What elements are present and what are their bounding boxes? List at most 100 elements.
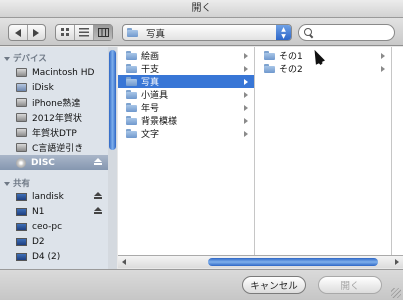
sidebar-item-ceo-pc[interactable]: ceo-pc bbox=[0, 219, 116, 234]
list-item[interactable]: 干支 bbox=[118, 62, 254, 75]
sidebar-item-n1[interactable]: N1 bbox=[0, 204, 116, 219]
sidebar-item-disc[interactable]: DISC bbox=[0, 155, 116, 170]
list-item[interactable]: 小道具 bbox=[118, 88, 254, 101]
icon-view-button[interactable] bbox=[56, 25, 75, 40]
sidebar-item-label: DISC bbox=[31, 157, 55, 168]
eject-icon[interactable] bbox=[94, 207, 102, 215]
location-label: 写真 bbox=[146, 28, 166, 40]
disclosure-triangle-icon bbox=[4, 181, 10, 186]
idisk-icon bbox=[16, 83, 27, 92]
sidebar-item-label: Macintosh HD bbox=[32, 67, 95, 78]
folder-icon bbox=[126, 116, 137, 125]
toolbar: 写真 ▲ ▼ bbox=[0, 18, 403, 46]
chevron-right-icon bbox=[381, 52, 385, 59]
browser-column-2: その1 その2 bbox=[256, 47, 392, 255]
hard-drive-icon bbox=[16, 98, 27, 107]
disc-icon bbox=[16, 157, 26, 168]
back-forward-control bbox=[8, 24, 46, 41]
sidebar-item-d2[interactable]: D2 bbox=[0, 234, 116, 249]
search-input[interactable] bbox=[316, 27, 386, 38]
sidebar-item-macintosh-hd[interactable]: Macintosh HD bbox=[0, 65, 116, 80]
sidebar: デバイス Macintosh HD iDisk iPhone熟達 2012年賀状… bbox=[0, 47, 117, 269]
forward-button[interactable] bbox=[28, 25, 46, 40]
hard-drive-icon bbox=[16, 113, 27, 122]
sidebar-item-label: N1 bbox=[32, 206, 45, 217]
chevron-right-icon bbox=[244, 52, 248, 59]
network-computer-icon bbox=[16, 222, 27, 231]
eject-icon[interactable] bbox=[94, 158, 102, 166]
chevron-right-icon bbox=[244, 104, 248, 111]
view-mode-control bbox=[55, 24, 113, 41]
sidebar-item-label: iDisk bbox=[32, 82, 54, 93]
window-titlebar: 開く bbox=[0, 0, 403, 18]
folder-icon bbox=[126, 90, 137, 99]
browser-horizontal-scrollbar[interactable] bbox=[118, 255, 403, 268]
chevron-right-icon bbox=[244, 130, 248, 137]
sidebar-item-label: landisk bbox=[32, 191, 64, 202]
list-item[interactable]: 背景模様 bbox=[118, 114, 254, 127]
chevron-right-icon bbox=[244, 78, 248, 85]
location-popup[interactable]: 写真 ▲ ▼ bbox=[122, 24, 292, 41]
sidebar-item-label: 年賀状DTP bbox=[32, 129, 77, 139]
folder-icon bbox=[126, 51, 137, 60]
devices-header[interactable]: デバイス bbox=[4, 52, 47, 64]
list-item[interactable]: その2 bbox=[256, 62, 391, 75]
column-view-button[interactable] bbox=[94, 25, 112, 40]
horizontal-scroll-thumb[interactable] bbox=[208, 258, 378, 266]
sidebar-item-d4[interactable]: D4 (2) bbox=[0, 249, 116, 264]
folder-icon bbox=[264, 51, 275, 60]
chevron-right-icon bbox=[244, 117, 248, 124]
folder-icon bbox=[126, 64, 137, 73]
list-view-button[interactable] bbox=[75, 25, 94, 40]
sidebar-scrollbar[interactable] bbox=[108, 47, 117, 269]
dialog-footer: キャンセル 開く bbox=[0, 269, 403, 300]
disclosure-triangle-icon bbox=[4, 56, 10, 61]
sidebar-item-nengajo-dtp[interactable]: 年賀状DTP bbox=[0, 125, 116, 140]
folder-icon bbox=[126, 103, 137, 112]
back-button[interactable] bbox=[9, 25, 28, 40]
shared-header[interactable]: 共有 bbox=[4, 177, 30, 189]
sidebar-item-label: 2012年賀状 bbox=[32, 114, 82, 124]
folder-icon bbox=[264, 64, 275, 73]
sidebar-item-landisk[interactable]: landisk bbox=[0, 189, 116, 204]
open-button[interactable]: 開く bbox=[318, 276, 382, 294]
sidebar-item-label: ceo-pc bbox=[32, 221, 63, 232]
network-computer-icon bbox=[16, 237, 27, 246]
sidebar-scroll-thumb[interactable] bbox=[109, 50, 116, 150]
list-view-icon bbox=[79, 28, 89, 37]
chevron-right-icon bbox=[381, 65, 385, 72]
folder-icon bbox=[126, 77, 137, 86]
column-view-icon bbox=[97, 28, 109, 37]
scroll-right-icon[interactable] bbox=[395, 259, 399, 265]
hard-drive-icon bbox=[16, 143, 27, 152]
browser-column-1: 絵画 干支 写真 小道具 年号 背景模様 文字 bbox=[118, 47, 255, 255]
network-computer-icon bbox=[16, 252, 27, 261]
scroll-left-icon[interactable] bbox=[122, 259, 126, 265]
back-arrow-icon bbox=[14, 28, 21, 37]
search-field[interactable] bbox=[298, 24, 395, 41]
sidebar-item-iphone[interactable]: iPhone熟達 bbox=[0, 95, 116, 110]
network-computer-icon bbox=[16, 207, 27, 216]
hard-drive-icon bbox=[16, 68, 27, 77]
sidebar-item-c-lang[interactable]: C言語逆引き bbox=[0, 140, 116, 155]
hard-drive-icon bbox=[16, 128, 27, 137]
sidebar-item-label: C言語逆引き bbox=[32, 144, 84, 154]
column-browser: 絵画 干支 写真 小道具 年号 背景模様 文字 その1 その2 bbox=[118, 47, 403, 255]
icon-view-icon bbox=[60, 28, 69, 36]
search-icon bbox=[304, 28, 313, 37]
list-item[interactable]: 年号 bbox=[118, 101, 254, 114]
forward-arrow-icon bbox=[33, 28, 40, 37]
list-item[interactable]: 絵画 bbox=[118, 49, 254, 62]
cancel-button[interactable]: キャンセル bbox=[242, 276, 306, 294]
eject-icon[interactable] bbox=[94, 192, 102, 200]
window-title: 開く bbox=[191, 3, 212, 14]
sidebar-item-2012[interactable]: 2012年賀状 bbox=[0, 110, 116, 125]
chevron-right-icon bbox=[244, 65, 248, 72]
sidebar-item-idisk[interactable]: iDisk bbox=[0, 80, 116, 95]
network-computer-icon bbox=[16, 192, 27, 201]
sidebar-item-label: iPhone熟達 bbox=[32, 99, 81, 109]
list-item[interactable]: 文字 bbox=[118, 127, 254, 140]
list-item-selected[interactable]: 写真 bbox=[118, 75, 254, 88]
folder-icon bbox=[126, 129, 137, 138]
resize-grip-icon[interactable] bbox=[391, 288, 401, 298]
